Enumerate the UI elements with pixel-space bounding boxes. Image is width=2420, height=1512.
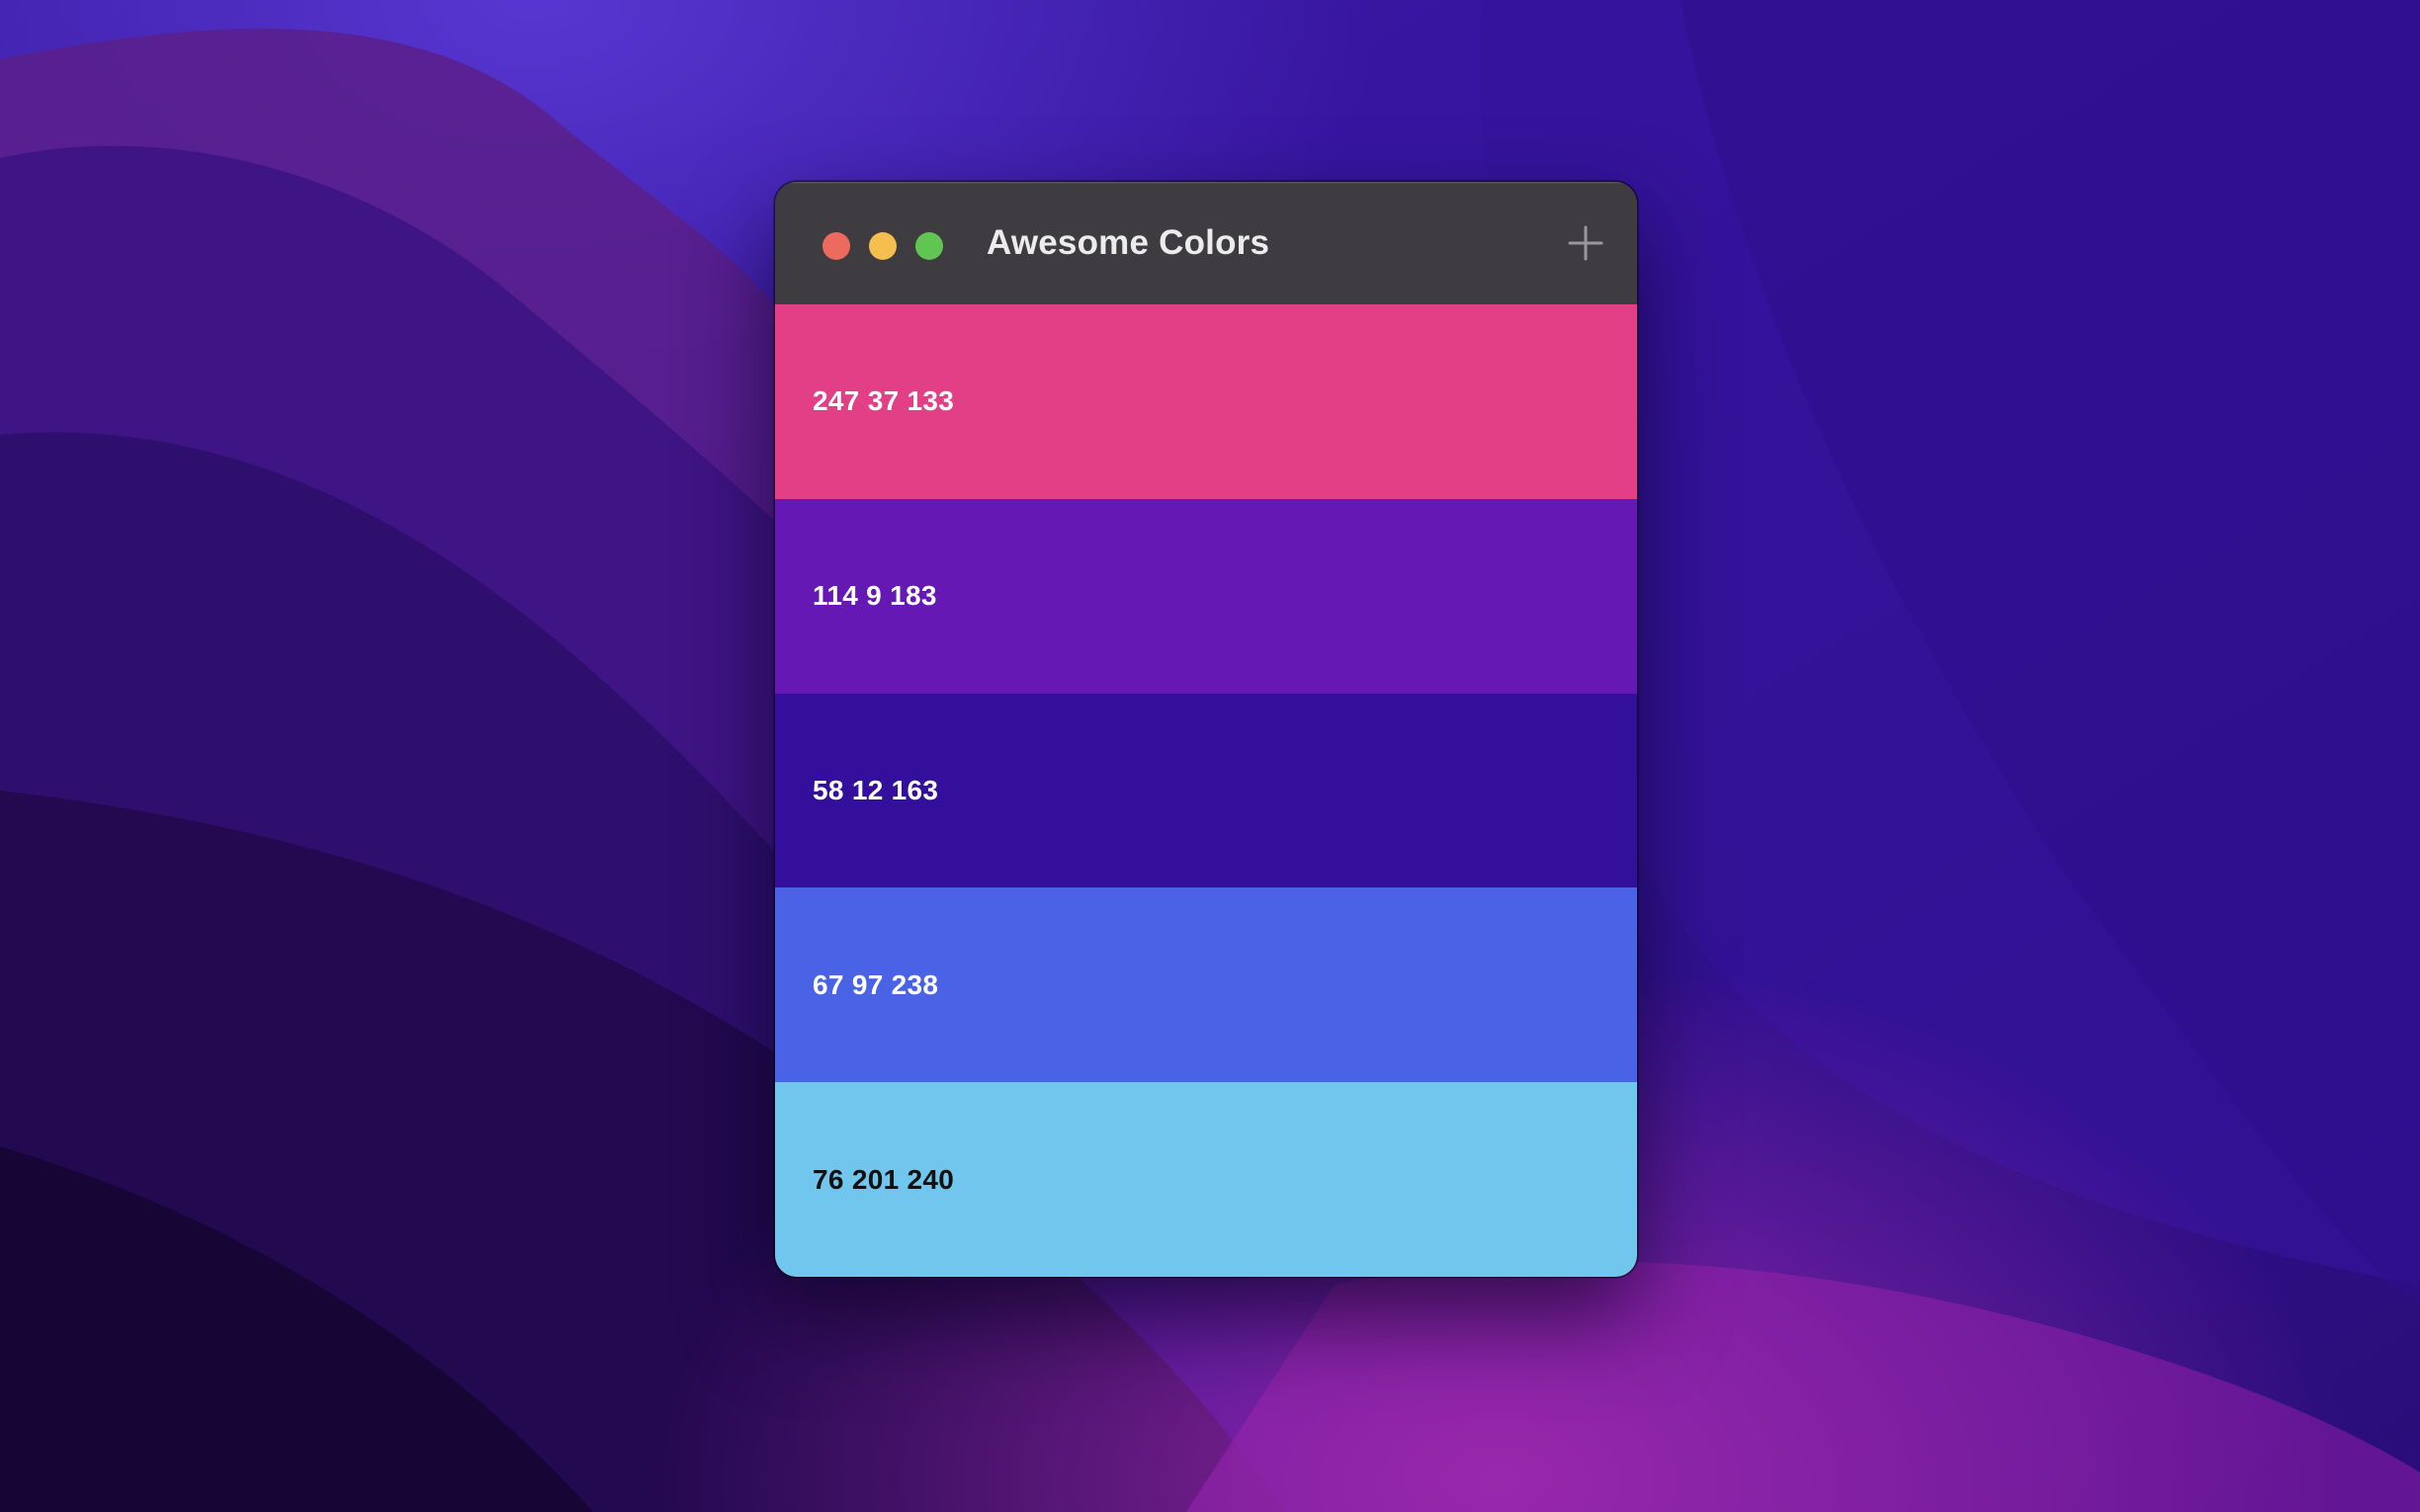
color-row[interactable]: 67 97 238 [775, 887, 1637, 1083]
window-title: Awesome Colors [987, 223, 1270, 262]
plus-icon [1568, 225, 1603, 261]
color-rgb-label: 114 9 183 [813, 580, 937, 612]
color-rgb-label: 58 12 163 [813, 774, 939, 805]
zoom-button[interactable] [915, 232, 943, 260]
app-window: Awesome Colors 247 37 133 114 9 183 58 1… [775, 182, 1637, 1277]
close-button[interactable] [822, 232, 850, 260]
add-color-button[interactable] [1564, 221, 1607, 265]
color-row[interactable]: 58 12 163 [775, 693, 1637, 888]
color-row[interactable]: 247 37 133 [775, 304, 1637, 499]
color-row[interactable]: 114 9 183 [775, 498, 1637, 694]
color-rgb-label: 67 97 238 [813, 968, 939, 1000]
color-list: 247 37 133 114 9 183 58 12 163 67 97 238… [775, 304, 1637, 1277]
title-bar[interactable]: Awesome Colors [775, 182, 1637, 304]
color-rgb-label: 247 37 133 [813, 385, 955, 417]
color-row[interactable]: 76 201 240 [775, 1082, 1637, 1277]
color-rgb-label: 76 201 240 [813, 1163, 955, 1195]
minimize-button[interactable] [869, 232, 897, 260]
